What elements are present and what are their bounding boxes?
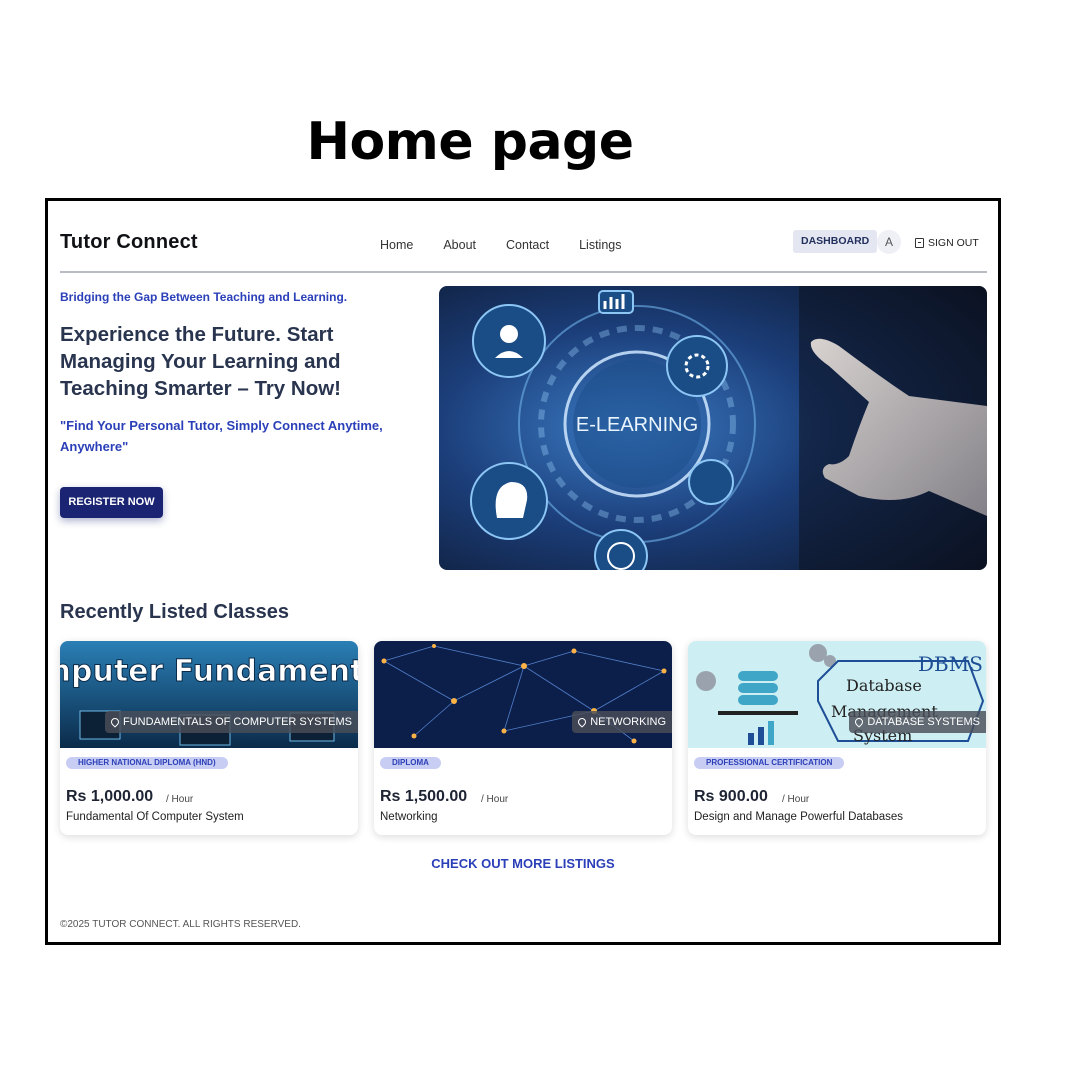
brand-logo[interactable]: Tutor Connect: [60, 231, 198, 254]
thumbnail-line: Database: [846, 676, 922, 695]
price-unit: / Hour: [166, 794, 194, 805]
dashboard-button[interactable]: DASHBOARD: [793, 230, 878, 253]
category-label: NETWORKING: [590, 716, 666, 728]
nav-contact[interactable]: Contact: [506, 238, 549, 252]
hero-quote: "Find Your Personal Tutor, Simply Connec…: [60, 418, 383, 454]
class-name: Design and Manage Powerful Databases: [694, 811, 904, 823]
thumbnail-title: DBMS: [918, 652, 983, 676]
hero-image: E-LEARNING: [439, 286, 987, 570]
recent-classes-title: Recently Listed Classes: [60, 601, 289, 623]
footer-copyright: ©2025 TUTOR CONNECT. ALL RIGHTS RESERVED…: [60, 919, 301, 930]
category-tag: DATABASE SYSTEMS: [849, 711, 986, 733]
thumbnail-text: Computer Fundamentals: [60, 654, 358, 689]
class-price: Rs 1,000.00: [66, 788, 154, 805]
class-price: Rs 1,500.00: [380, 788, 468, 805]
page-caption: Home page: [306, 112, 634, 172]
location-pin-icon: [109, 716, 121, 728]
hero-tagline: Bridging the Gap Between Teaching and Le…: [60, 290, 348, 304]
more-listings-link[interactable]: CHECK OUT MORE LISTINGS: [48, 856, 998, 871]
hero-headline: Experience the Future. Start Managing Yo…: [60, 323, 342, 400]
class-card[interactable]: Computer Fundamentals FUNDAMENTALS OF CO…: [60, 641, 358, 835]
category-label: DATABASE SYSTEMS: [867, 716, 980, 728]
price-unit: / Hour: [782, 794, 810, 805]
qualification-badge: PROFESSIONAL CERTIFICATION: [694, 757, 845, 769]
location-pin-icon: [853, 716, 865, 728]
main-nav: Home About Contact Listings: [380, 238, 652, 252]
class-name: Networking: [380, 811, 438, 823]
class-price: Rs 900.00: [694, 788, 768, 805]
category-label: FUNDAMENTALS OF COMPUTER SYSTEMS: [123, 716, 352, 728]
browser-frame: Tutor Connect Home About Contact Listing…: [45, 198, 1001, 945]
location-pin-icon: [576, 716, 588, 728]
nav-home[interactable]: Home: [380, 238, 413, 252]
category-tag: NETWORKING: [572, 711, 672, 733]
nav-about[interactable]: About: [443, 238, 476, 252]
price-unit: / Hour: [481, 794, 509, 805]
sign-out-label: SIGN OUT: [928, 237, 979, 249]
site-header: Tutor Connect Home About Contact Listing…: [60, 201, 987, 273]
class-name: Fundamental Of Computer System: [66, 811, 244, 823]
sign-out-icon: [915, 238, 924, 248]
sign-out-button[interactable]: SIGN OUT: [915, 237, 979, 249]
category-tag: FUNDAMENTALS OF COMPUTER SYSTEMS: [105, 711, 358, 733]
register-now-button[interactable]: REGISTER NOW: [60, 487, 163, 518]
class-card[interactable]: NETWORKING DIPLOMA Rs 1,500.00 / Hour Ne…: [374, 641, 672, 835]
e-learning-label: E-LEARNING: [576, 414, 698, 436]
class-card[interactable]: DBMS Database Management System DATABASE…: [688, 641, 986, 835]
qualification-badge: DIPLOMA: [380, 757, 441, 769]
qualification-badge: HIGHER NATIONAL DIPLOMA (HND): [66, 757, 228, 769]
avatar[interactable]: A: [877, 230, 901, 254]
nav-listings[interactable]: Listings: [579, 238, 621, 252]
